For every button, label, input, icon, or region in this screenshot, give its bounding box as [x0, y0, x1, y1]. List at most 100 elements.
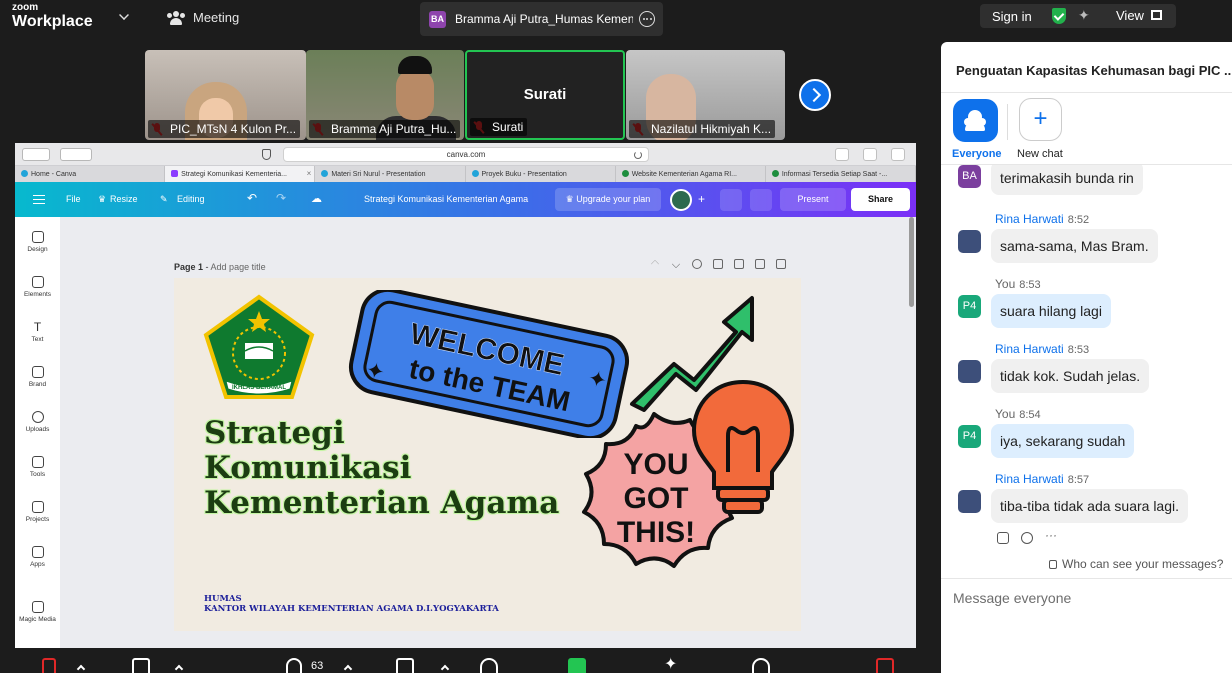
hide-icon[interactable]: [692, 259, 702, 269]
browser-tab[interactable]: Informasi Tersedia Setiap Saat -...: [766, 166, 916, 182]
crown-icon: ♛: [98, 194, 107, 204]
message-input[interactable]: [953, 587, 1223, 609]
lock-icon[interactable]: [713, 259, 723, 269]
tab-overview-icon[interactable]: [891, 148, 905, 161]
add-page-icon[interactable]: [776, 259, 786, 269]
meeting-controls: 63 ✦: [0, 648, 934, 673]
editing-mode-button[interactable]: Editing: [177, 194, 205, 204]
sidebar-toggle-button[interactable]: [60, 148, 92, 161]
new-chat-button[interactable]: +: [1019, 98, 1062, 141]
who-can-see-link[interactable]: Who can see your messages?: [1049, 557, 1223, 571]
browser-tabs: Home - Canva Strategi Komunikasi Kemente…: [15, 166, 916, 182]
rail-uploads[interactable]: Uploads: [15, 411, 60, 433]
privacy-shield-icon[interactable]: [262, 149, 271, 160]
grid-view-icon[interactable]: [1151, 10, 1162, 20]
everyone-chat-button[interactable]: [953, 99, 998, 142]
present-button[interactable]: Present: [780, 188, 846, 211]
avatar: BA: [958, 165, 981, 188]
more-icon[interactable]: ···: [1045, 529, 1057, 544]
folder-icon: [31, 501, 44, 513]
participant-tile[interactable]: Bramma Aji Putra_Hu...: [306, 50, 464, 140]
browser-tab[interactable]: Proyek Buku - Presentation: [466, 166, 616, 182]
encryption-shield-icon[interactable]: [1052, 8, 1066, 24]
redo-icon[interactable]: ↷: [276, 191, 286, 205]
rail-projects[interactable]: Projects: [15, 501, 60, 523]
upgrade-plan-button[interactable]: ♛ Upgrade your plan: [555, 188, 661, 211]
kemenag-logo: IKHLAS BERAMAL: [203, 294, 315, 399]
file-menu[interactable]: File: [66, 194, 81, 204]
insights-icon[interactable]: [720, 189, 742, 211]
resize-button[interactable]: Resize: [110, 194, 138, 204]
duplicate-icon[interactable]: [734, 259, 744, 269]
rail-magic-media[interactable]: Magic Media: [15, 601, 60, 623]
mic-muted-icon[interactable]: [42, 658, 56, 673]
rail-tools[interactable]: Tools: [15, 456, 60, 478]
message-bubble: sama-sama, Mas Bram.: [991, 229, 1158, 263]
browser-tab[interactable]: Home - Canva: [15, 166, 166, 182]
avatar: P4: [958, 425, 981, 448]
address-bar[interactable]: canva.com: [283, 147, 649, 162]
chevron-up-icon[interactable]: [174, 664, 184, 673]
active-speaker-pill[interactable]: BA Bramma Aji Putra_Humas Kemen: [420, 2, 663, 36]
participants-icon[interactable]: [286, 658, 302, 673]
view-button[interactable]: View: [1116, 8, 1144, 23]
video-icon[interactable]: [132, 658, 150, 673]
divider: [941, 92, 1232, 93]
share-screen-icon[interactable]: [568, 658, 586, 673]
chevron-up-icon[interactable]: [650, 259, 660, 269]
close-tab-icon[interactable]: ×: [307, 169, 312, 178]
share-button[interactable]: Share: [851, 188, 910, 211]
add-page-title[interactable]: Add page title: [211, 262, 266, 272]
browser-tab-active[interactable]: Strategi Komunikasi Kementeria... ×: [165, 166, 316, 182]
participant-tile[interactable]: PIC_MTsN 4 Kulon Pr...: [145, 50, 306, 140]
comment-icon[interactable]: [750, 189, 772, 211]
apps-icon[interactable]: [876, 658, 894, 673]
back-forward-buttons[interactable]: [22, 148, 50, 161]
top-bar: zoom Workplace Meeting BA Bramma Aji Put…: [0, 0, 1232, 38]
ai-companion-icon[interactable]: ✦: [1078, 7, 1090, 24]
reply-icon[interactable]: [997, 532, 1009, 544]
add-collaborator-icon[interactable]: +: [698, 192, 705, 206]
menu-icon[interactable]: [33, 195, 45, 204]
new-chat-label[interactable]: New chat: [1017, 148, 1063, 160]
slide-footer: HUMAS KANTOR WILAYAH KEMENTERIAN AGAMA D…: [204, 594, 499, 614]
sign-in-button[interactable]: Sign in: [992, 9, 1032, 24]
chat-icon[interactable]: [396, 658, 414, 673]
everyone-label[interactable]: Everyone: [952, 148, 1002, 160]
elements-icon: [31, 276, 44, 288]
rail-elements[interactable]: Elements: [15, 276, 60, 298]
browser-tab[interactable]: Materi Sri Nurul - Presentation: [315, 166, 466, 182]
share-icon[interactable]: [863, 148, 877, 161]
chevron-up-icon[interactable]: [440, 664, 450, 673]
more-icon[interactable]: [752, 658, 770, 673]
next-participants-button[interactable]: [799, 79, 831, 111]
canva-toolbar: File ♛ Resize ✎ Editing ↶ ↷ ☁ Strategi K…: [15, 182, 916, 217]
chevron-up-icon[interactable]: [343, 664, 353, 673]
download-icon[interactable]: [835, 148, 849, 161]
participant-tile[interactable]: Nazilatul Hikmiyah K...: [626, 50, 785, 140]
trash-icon[interactable]: [755, 259, 765, 269]
scrollbar[interactable]: [909, 217, 914, 307]
this-text: THIS!: [617, 516, 695, 549]
ai-companion-icon[interactable]: ✦: [664, 654, 682, 673]
collaborator-avatar[interactable]: [670, 189, 692, 211]
undo-icon[interactable]: ↶: [247, 191, 257, 205]
rail-design[interactable]: Design: [15, 231, 60, 253]
react-heart-icon[interactable]: [480, 658, 498, 673]
participant-tile-active[interactable]: Surati Surati: [465, 50, 625, 140]
slide-canvas[interactable]: IKHLAS BERAMAL WELCOME to the TEAM ✦ ✦ Y…: [174, 278, 801, 631]
document-title[interactable]: Strategi Komunikasi Kementerian Agama: [364, 194, 528, 204]
emoji-icon[interactable]: [1021, 532, 1033, 544]
rail-text[interactable]: T Text: [15, 321, 60, 343]
browser-tab[interactable]: Website Kementerian Agama RI...: [616, 166, 766, 182]
chevron-down-icon[interactable]: [671, 259, 681, 269]
more-options-icon[interactable]: [639, 11, 655, 27]
rail-apps[interactable]: Apps: [15, 546, 60, 568]
chevron-up-icon[interactable]: [76, 664, 86, 673]
chevron-down-icon[interactable]: [119, 10, 129, 20]
meeting-button[interactable]: Meeting: [167, 10, 239, 25]
rail-brand[interactable]: Brand: [15, 366, 60, 388]
chat-messages[interactable]: BA terimakasih bunda rin Rina Harwati 8:5…: [941, 165, 1232, 550]
crown-icon: ♛: [565, 194, 577, 204]
reload-icon[interactable]: [634, 151, 642, 159]
